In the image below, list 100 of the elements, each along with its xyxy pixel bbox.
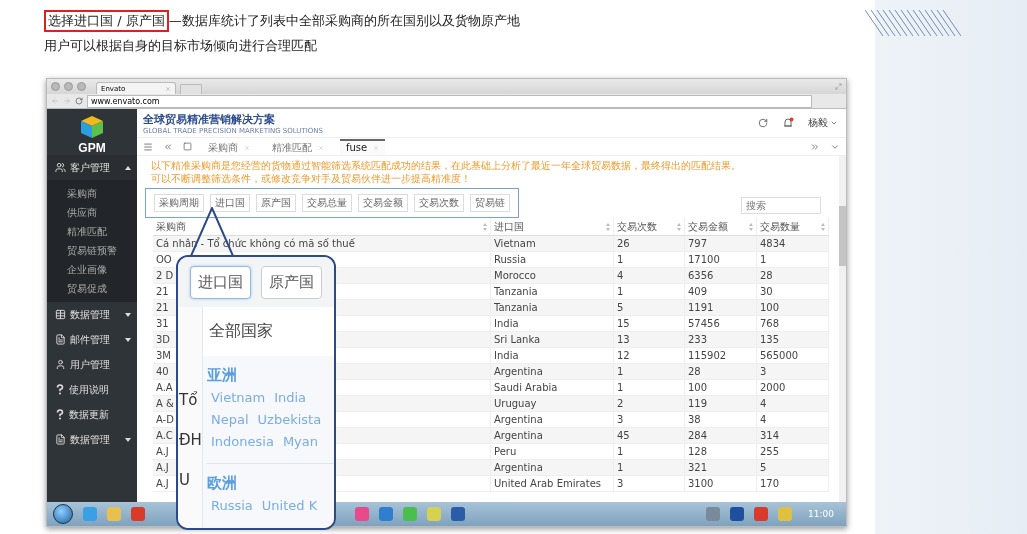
table-cell: 255 [757,444,829,460]
table-cell: 45 [614,428,685,444]
caret-icon [125,337,131,342]
table-cell: 128 [685,444,757,460]
sidebar-item[interactable]: 客户管理 [47,155,137,180]
window-dot[interactable] [64,82,73,91]
close-icon[interactable] [244,144,250,151]
filter-button[interactable]: 采购周期 [154,194,204,212]
logo-icon [80,115,104,139]
bell-icon[interactable] [782,117,794,129]
double-left-icon[interactable] [163,141,173,152]
page-tab[interactable]: fuse [340,138,386,155]
table-cell: 170 [757,476,829,492]
back-icon[interactable] [51,97,59,105]
table-cell: 3 [614,476,685,492]
close-icon[interactable] [373,144,380,151]
taskbar-icon[interactable] [451,507,465,521]
table-cell: 38 [685,412,757,428]
taskbar-icon[interactable] [379,507,393,521]
search-field[interactable]: 搜索 [741,197,821,214]
sort-icon[interactable] [606,222,610,231]
sidebar-subitem[interactable]: 企业画像 [47,260,137,279]
filter-button[interactable]: 原产国 [256,194,296,212]
table-cell: 135 [757,332,829,348]
help-icon [55,409,65,420]
clock-text: 11:00 [807,509,835,519]
table-cell: 1 [614,380,685,396]
sort-icon[interactable] [483,222,487,231]
table-cell: 314 [757,428,829,444]
notice-text: 以下精准采购商是您经营的货物通过智能筛选系统匹配成功的结果，在此基础上分析了最近一年全球贸易数据，最终得出的匹配结果。 [150,159,742,172]
caret-icon [125,165,131,170]
help-icon [55,384,65,395]
table-cell: 100 [685,380,757,396]
taskbar-icon[interactable] [403,507,417,521]
page-tab[interactable]: 采购商 [202,138,256,155]
taskbar-icon[interactable] [83,507,97,521]
filter-button[interactable]: 进口国 [210,194,250,212]
tray-icon[interactable] [754,507,769,521]
reload-icon[interactable] [75,97,83,105]
callout-tab-button[interactable]: 进口国 [190,266,251,299]
filter-button[interactable]: 交易次数 [414,194,464,212]
close-icon[interactable] [165,85,171,92]
filter-button[interactable]: 贸易链 [470,194,510,212]
sidebar-subitem[interactable]: 贸易链预警 [47,241,137,260]
tray-icon[interactable] [706,507,721,521]
taskbar-icon[interactable] [131,507,145,521]
forward-icon[interactable] [63,97,71,105]
close-icon[interactable] [318,144,324,151]
document-icon [55,334,66,345]
heading-text: —数据库统计了列表中全部采购商的所在国别以及货物原产地 [168,12,520,30]
address-field[interactable]: www.envato.com [87,94,812,108]
caret-icon[interactable] [830,119,838,127]
table-cell: Vietnam [491,236,614,252]
sidebar-subitem[interactable]: 精准匹配 [47,222,137,241]
sidebar-item[interactable]: 数据管理 [47,427,137,452]
window-dot[interactable] [77,82,86,91]
taskbar-icon[interactable] [107,507,121,521]
table-cell: 284 [685,428,757,444]
new-tab[interactable] [180,84,202,94]
home-icon[interactable] [183,142,192,151]
scrollbar[interactable] [839,156,846,502]
refresh-icon[interactable] [758,118,768,128]
resize-icon[interactable] [835,83,842,90]
table-cell: 1 [614,284,685,300]
callout-tab-button[interactable]: 原产国 [261,266,322,299]
window-dot[interactable] [51,82,60,91]
sidebar-item[interactable]: 邮件管理 [47,327,137,352]
notice-text: 可以不断调整筛选条件，或修改竞争对手及贸易伙伴进一步提高精准度！ [150,172,472,185]
tray-icon[interactable] [730,507,745,521]
filter-button[interactable]: 交易总量 [302,194,352,212]
sidebar-subitem[interactable]: 采购商 [47,184,137,203]
sidebar-item[interactable]: 使用说明 [47,377,137,402]
sidebar-item[interactable]: 数据管理 [47,302,137,327]
table-cell: 4834 [757,236,829,252]
user-icon [55,359,66,370]
table-cell: Uruguay [491,396,614,412]
table-cell: Tanzania [491,284,614,300]
sort-icon[interactable] [749,222,753,231]
region-title: 欧洲 [207,474,238,493]
sidebar-subitem[interactable]: 贸易促成 [47,279,137,298]
table-cell: 797 [685,236,757,252]
sidebar-subitem[interactable]: 供应商 [47,203,137,222]
table-cell: Argentina [491,412,614,428]
sort-icon[interactable] [677,222,681,231]
user-menu[interactable]: 杨毅 [808,116,838,130]
sort-icon[interactable] [821,222,825,231]
page-tab[interactable]: 精准匹配 [266,138,330,155]
start-button[interactable] [53,504,73,524]
taskbar-icon[interactable] [427,507,441,521]
filter-button[interactable]: 交易金额 [358,194,408,212]
sidebar-item[interactable]: 用户管理 [47,352,137,377]
menu-icon[interactable] [143,141,153,152]
app-title: 全球贸易精准营销解决方案 [143,111,276,127]
taskbar-icon[interactable] [355,507,369,521]
table-cell: 233 [685,332,757,348]
table-cell: 28 [685,364,757,380]
sidebar-item[interactable]: 数据更新 [47,402,137,427]
double-right-icon[interactable] [810,141,820,152]
table-cell: 1 [614,252,685,268]
table-cell: Peru [491,444,614,460]
